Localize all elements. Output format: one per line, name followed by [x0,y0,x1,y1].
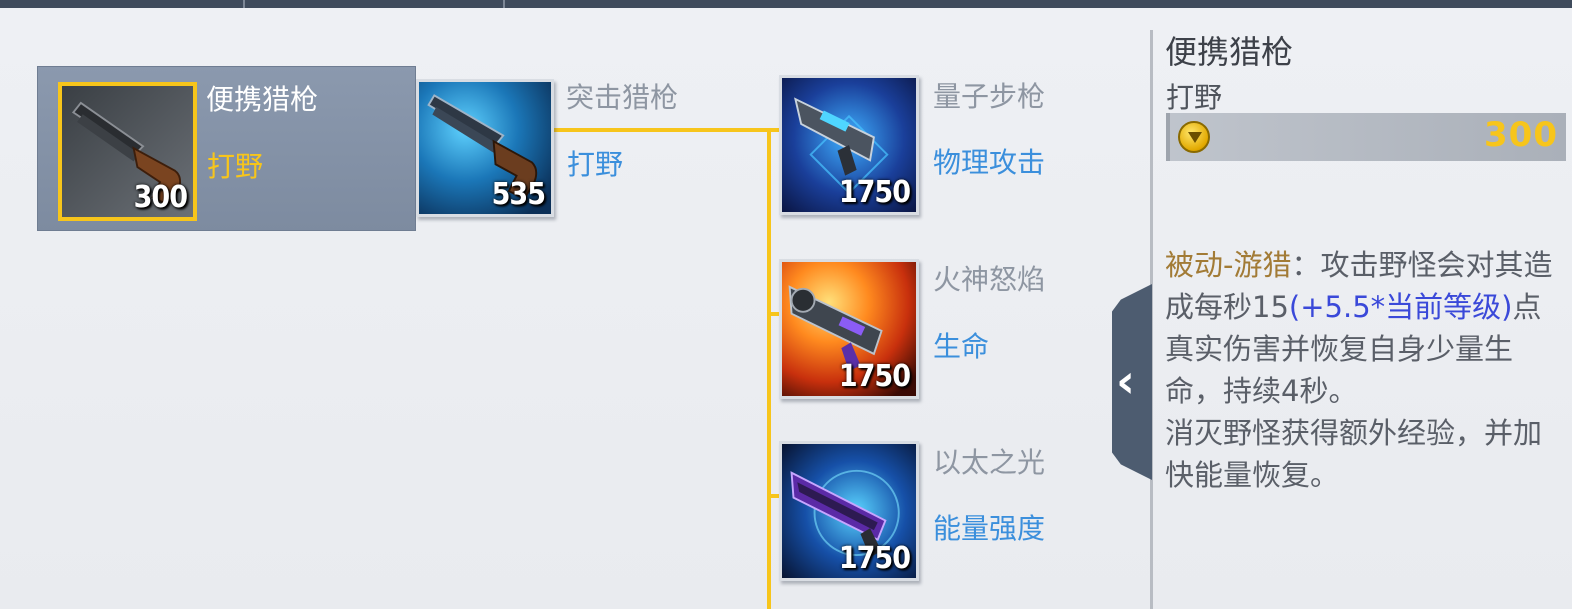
passive-label: 被动-游猎 [1165,248,1292,282]
detail-cost-bar: 300 [1166,113,1566,161]
item-tier3-name: 量子步枪 [933,80,1046,113]
item-tier3-category: 物理攻击 [933,146,1046,179]
item-root-name: 便携猎枪 [206,83,319,116]
detail-description: 被动-游猎：攻击野怪会对其造成每秒15(+5.5*当前等级)点真实伤害并恢复自身… [1165,244,1565,496]
item-tier3-name: 以太之光 [933,446,1046,479]
item-tier3-card[interactable]: 1750 [779,75,919,215]
passive-formula: (+5.5*当前等级) [1288,290,1513,324]
item-root-category: 打野 [207,150,264,183]
item-cost: 1750 [838,175,911,210]
item-cost: 535 [491,177,546,212]
item-tier2-name: 突击猎枪 [566,81,679,114]
item-tier3-category: 生命 [933,330,990,363]
item-cost: 1750 [838,359,911,394]
item-tier3-name: 火神怒焰 [933,263,1046,296]
item-root-card[interactable]: 300 [58,82,197,221]
chevron-left-icon[interactable]: ‹ [1116,354,1135,408]
passive-text-line2: 消灭野怪获得额外经验，并加快能量恢复。 [1165,416,1543,492]
top-bar-separator [503,0,505,8]
detail-title: 便携猎枪 [1165,33,1294,71]
item-cost: 1750 [838,541,911,576]
tree-trunk [767,128,771,609]
item-tier2-category: 打野 [567,148,624,181]
passive-colon: ： [1291,248,1321,282]
top-bar-separator [243,0,245,8]
item-tier3-category: 能量强度 [933,512,1046,545]
item-tier3-card[interactable]: 1750 [779,259,919,399]
tree-connector [553,128,773,132]
item-tier2-card[interactable]: 535 [416,79,554,217]
item-cost: 300 [133,180,188,215]
coin-icon [1178,121,1210,153]
top-bar [0,0,1572,8]
item-tier3-card[interactable]: 1750 [779,441,919,581]
detail-cost: 300 [1484,115,1558,155]
detail-category: 打野 [1166,81,1223,114]
